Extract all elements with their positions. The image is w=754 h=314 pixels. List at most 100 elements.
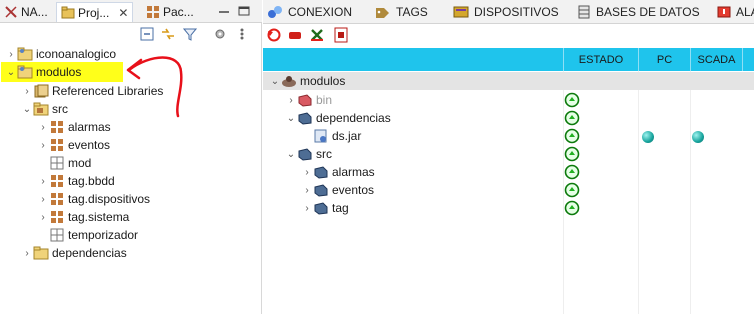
tree-item-label: src bbox=[52, 102, 68, 116]
table-row[interactable]: ⌄ src bbox=[263, 145, 754, 163]
empty-package-icon bbox=[49, 155, 65, 171]
project-explorer-panel: NA... Proj... ✕ Pac... › iconoanalogico … bbox=[0, 0, 262, 314]
record-icon[interactable] bbox=[287, 27, 303, 43]
chevron-right-icon[interactable]: › bbox=[21, 86, 33, 97]
tree-item-label: iconoanalogico bbox=[36, 47, 117, 61]
column-pc[interactable]: PC bbox=[638, 48, 690, 71]
chevron-right-icon[interactable]: › bbox=[301, 167, 313, 178]
chevron-down-icon[interactable]: ⌄ bbox=[21, 104, 33, 115]
row-label: dependencias bbox=[316, 111, 391, 125]
row-label: bin bbox=[316, 93, 333, 107]
blue-folder-icon bbox=[297, 110, 313, 126]
table-row-root[interactable]: ⌄ modulos bbox=[263, 72, 754, 90]
tab-tags-label: TAGS bbox=[396, 5, 428, 19]
package-icon bbox=[49, 191, 65, 207]
row-label: alarmas bbox=[332, 165, 375, 179]
tree-item-mod[interactable]: mod bbox=[49, 154, 91, 172]
table-row[interactable]: › bin bbox=[263, 91, 754, 109]
tab-project-explorer-label: Proj... bbox=[78, 5, 110, 20]
column-scada[interactable]: SCADA bbox=[690, 48, 742, 71]
chevron-right-icon[interactable]: › bbox=[37, 122, 49, 133]
chevron-down-icon[interactable]: ⌄ bbox=[5, 67, 17, 78]
devices-icon bbox=[453, 5, 469, 19]
tab-package-explorer[interactable]: Pac... bbox=[142, 2, 198, 22]
tree-item-modulos[interactable]: ⌄ modulos bbox=[1, 62, 123, 82]
tree-item-src[interactable]: ⌄ src bbox=[21, 100, 68, 118]
chevron-right-icon[interactable]: › bbox=[301, 185, 313, 196]
collapse-all-icon[interactable] bbox=[139, 26, 155, 42]
table-row[interactable]: › tag bbox=[263, 199, 754, 217]
chevron-right-icon[interactable]: › bbox=[5, 49, 17, 60]
scada-indicator-dot bbox=[692, 131, 704, 143]
chevron-down-icon[interactable]: ⌄ bbox=[269, 76, 281, 87]
export-pdf-icon[interactable] bbox=[333, 27, 349, 43]
tab-dispositivos-label: DISPOSITIVOS bbox=[474, 5, 559, 19]
status-ok-icon bbox=[564, 146, 580, 162]
chevron-down-icon[interactable]: ⌄ bbox=[285, 149, 297, 160]
tab-project-explorer[interactable]: Proj... ✕ bbox=[56, 2, 134, 22]
tree-item-label: tag.sistema bbox=[68, 210, 130, 224]
column-estado[interactable]: ESTADO bbox=[563, 48, 638, 71]
row-label: tag bbox=[332, 201, 349, 215]
blue-folder-icon bbox=[313, 200, 329, 216]
chevron-down-icon[interactable]: ⌄ bbox=[285, 113, 297, 124]
status-ok-icon bbox=[564, 128, 580, 144]
table-row[interactable]: › alarmas bbox=[263, 163, 754, 181]
tree-item-tag-dispositivos[interactable]: › tag.dispositivos bbox=[37, 190, 150, 208]
table-row[interactable]: ⌄ dependencias bbox=[263, 109, 754, 127]
bin-folder-icon bbox=[297, 92, 313, 108]
database-icon bbox=[577, 5, 591, 19]
annotation-arrow bbox=[126, 56, 183, 118]
right-toolbar bbox=[263, 24, 754, 48]
package-explorer-icon bbox=[146, 5, 160, 19]
chevron-right-icon[interactable]: › bbox=[301, 203, 313, 214]
chevron-right-icon[interactable]: › bbox=[21, 248, 33, 259]
tree-item-eventos[interactable]: › eventos bbox=[37, 136, 110, 154]
status-ok-icon bbox=[564, 164, 580, 180]
chevron-right-icon[interactable]: › bbox=[37, 194, 49, 205]
tree-item-tag-bbdd[interactable]: › tag.bbdd bbox=[37, 172, 115, 190]
link-with-editor-icon[interactable] bbox=[160, 26, 176, 42]
delete-icon[interactable] bbox=[309, 27, 325, 43]
refresh-icon[interactable] bbox=[266, 27, 282, 43]
package-icon bbox=[49, 137, 65, 153]
alarm-icon bbox=[717, 5, 731, 19]
tree-item-alarmas[interactable]: › alarmas bbox=[37, 118, 110, 136]
chevron-right-icon[interactable]: › bbox=[37, 212, 49, 223]
tab-navigator[interactable]: NA... bbox=[0, 2, 52, 22]
tab-tags[interactable]: TAGS bbox=[375, 3, 428, 21]
package-icon bbox=[49, 119, 65, 135]
package-icon bbox=[49, 209, 65, 225]
navigator-icon bbox=[4, 5, 18, 19]
tree-item-dependencias[interactable]: › dependencias bbox=[21, 244, 126, 262]
minimize-icon[interactable] bbox=[218, 5, 230, 15]
filter-icon[interactable] bbox=[182, 26, 198, 42]
maximize-icon[interactable] bbox=[238, 5, 250, 16]
settings-icon[interactable] bbox=[212, 26, 228, 42]
tab-alarmas[interactable]: ALA bbox=[717, 3, 754, 21]
chevron-right-icon[interactable]: › bbox=[37, 140, 49, 151]
blue-folder-icon bbox=[313, 182, 329, 198]
close-icon[interactable]: ✕ bbox=[118, 6, 128, 20]
tab-bases-de-datos[interactable]: BASES DE DATOS bbox=[577, 3, 700, 21]
table-row[interactable]: ds.jar bbox=[263, 127, 754, 145]
tree-item-iconoanalogico[interactable]: › iconoanalogico bbox=[5, 45, 116, 63]
tree-item-temporizador[interactable]: temporizador bbox=[49, 226, 138, 244]
tree-item-tag-sistema[interactable]: › tag.sistema bbox=[37, 208, 129, 226]
right-tab-bar: CONEXION TAGS DISPOSITIVOS BASES DE DATO… bbox=[263, 0, 754, 24]
chevron-right-icon[interactable]: › bbox=[285, 95, 297, 106]
tree-item-label: tag.dispositivos bbox=[68, 192, 151, 206]
tab-dispositivos[interactable]: DISPOSITIVOS bbox=[453, 3, 559, 21]
project-folder-icon bbox=[17, 46, 33, 62]
tab-conexion[interactable]: CONEXION bbox=[267, 3, 352, 21]
tab-bases-de-datos-label: BASES DE DATOS bbox=[596, 5, 700, 19]
blue-folder-icon bbox=[297, 146, 313, 162]
left-toolbar bbox=[0, 23, 262, 45]
view-menu-icon[interactable] bbox=[234, 26, 250, 42]
tree-item-label: tag.bbdd bbox=[68, 174, 115, 188]
jar-file-icon bbox=[313, 128, 329, 144]
status-ok-icon bbox=[564, 92, 580, 108]
tab-conexion-label: CONEXION bbox=[288, 5, 353, 19]
chevron-right-icon[interactable]: › bbox=[37, 176, 49, 187]
table-row[interactable]: › eventos bbox=[263, 181, 754, 199]
